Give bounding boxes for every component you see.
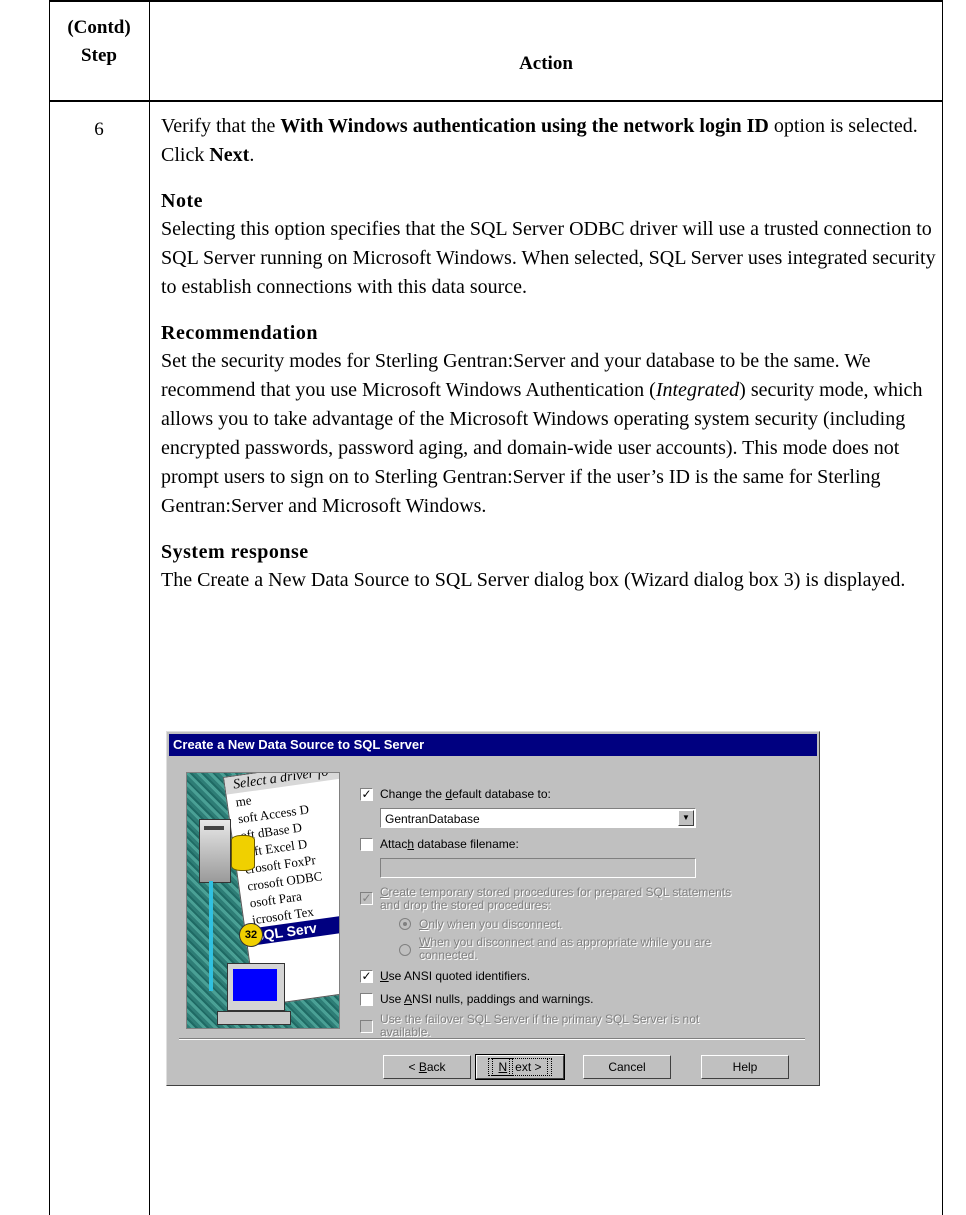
create-temp-procs-checkbox[interactable]: ✓ [360, 892, 373, 905]
default-database-select[interactable]: GentranDatabase ▼ [380, 808, 696, 828]
wizard-illustration: Select a driver fo me soft Access D oft … [186, 772, 340, 1029]
dropdown-arrow-icon[interactable]: ▼ [678, 810, 694, 826]
instruction-paragraph: Verify that the With Windows authenticat… [161, 112, 936, 170]
step-column-header: (Contd) Step [49, 14, 149, 70]
table-top-border [49, 0, 943, 2]
instruction-text-end: . [249, 144, 255, 166]
system-response-block: System response The Create a New Data So… [161, 539, 936, 595]
server-icon [199, 819, 231, 883]
note-block: Note Selecting this option specifies tha… [161, 188, 936, 302]
failover-label: Use the failover SQL Server if the prima… [380, 1012, 700, 1039]
next-button[interactable]: Next > [475, 1054, 565, 1080]
attach-filename-input[interactable] [380, 858, 696, 878]
option-name: With Windows authentication using the ne… [280, 115, 769, 137]
ansi-quoted-checkbox[interactable]: ✓ [360, 970, 373, 983]
attach-filename-checkbox[interactable] [360, 838, 373, 851]
step-header-line2: Step [81, 45, 117, 66]
back-button[interactable]: < Back [383, 1055, 471, 1079]
change-default-db-checkbox[interactable]: ✓ [360, 788, 373, 801]
table-left-border [49, 0, 50, 1215]
attach-filename-label: Attach database filename: [380, 837, 519, 851]
create-temp-procs-label: Create temporary stored procedures for p… [380, 885, 732, 912]
integrated-term: Integrated [655, 379, 740, 401]
recommendation-text: Set the security modes for Sterling Gent… [161, 347, 936, 521]
system-response-text: The Create a New Data Source to SQL Serv… [161, 569, 906, 591]
next-keyword: Next [209, 144, 250, 166]
action-cell: Verify that the With Windows authenticat… [161, 112, 936, 613]
when-disconnect-radio[interactable] [399, 944, 411, 956]
dialog-separator [179, 1038, 805, 1040]
help-button[interactable]: Help [701, 1055, 789, 1079]
badge-32-icon: 32 [239, 923, 263, 947]
computer-base-icon [217, 1011, 291, 1025]
network-cable-icon [209, 881, 213, 991]
recommendation-heading: Recommendation [161, 322, 318, 344]
step-number: 6 [94, 119, 104, 140]
instruction-text: Verify that the [161, 115, 281, 137]
table-right-border [942, 0, 943, 1215]
table-header-divider [49, 100, 943, 102]
ansi-quoted-label: Use ANSI quoted identifiers. [380, 969, 531, 983]
cancel-button[interactable]: Cancel [583, 1055, 671, 1079]
ansi-nulls-label: Use ANSI nulls, paddings and warnings. [380, 992, 594, 1006]
dialog-title-bar: Create a New Data Source to SQL Server [169, 734, 817, 756]
note-text: Selecting this option specifies that the… [161, 218, 936, 298]
only-disconnect-radio[interactable] [399, 918, 411, 930]
default-database-value: GentranDatabase [385, 812, 480, 826]
system-response-heading: System response [161, 541, 309, 563]
create-data-source-dialog: Create a New Data Source to SQL Server S… [166, 731, 820, 1086]
only-disconnect-label: Only when you disconnect. [419, 917, 563, 931]
failover-checkbox[interactable] [360, 1020, 373, 1033]
computer-monitor-icon [227, 963, 285, 1011]
recommendation-block: Recommendation Set the security modes fo… [161, 320, 936, 521]
action-column-header: Action [519, 53, 573, 74]
when-disconnect-label: When you disconnect and as appropriate w… [419, 935, 712, 962]
table-column-divider [149, 0, 150, 1215]
database-icon [231, 835, 255, 871]
ansi-nulls-checkbox[interactable] [360, 993, 373, 1006]
step-header-line1: (Contd) [67, 17, 131, 38]
change-default-db-label: Change the default database to: [380, 787, 551, 801]
note-heading: Note [161, 190, 203, 212]
